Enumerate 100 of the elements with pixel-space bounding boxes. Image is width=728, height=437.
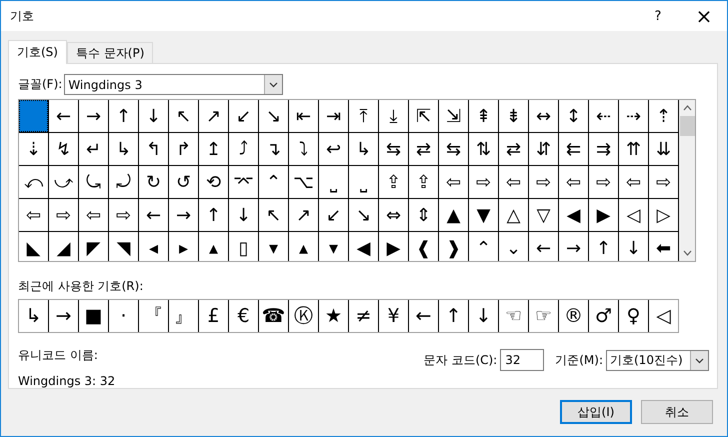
font-dropdown[interactable]: Wingdings 3 [64, 74, 284, 95]
symbol-cell[interactable]: ↱ [169, 133, 198, 165]
symbol-cell[interactable]: ↰ [139, 133, 168, 165]
close-button[interactable]: × [681, 1, 727, 31]
symbol-cell[interactable]: ⇵ [529, 133, 558, 165]
symbol-cell[interactable]: ❱ [439, 232, 468, 261]
recent-symbol-cell[interactable]: ≠ [349, 300, 378, 332]
basis-dropdown[interactable]: 기호(10진수) [606, 350, 709, 370]
symbol-cell[interactable]: ⇄ [499, 133, 528, 165]
symbol-cell[interactable]: ↑ [109, 100, 138, 132]
symbol-cell[interactable]: ⇦ [19, 199, 48, 231]
symbol-cell[interactable]: ⇨ [649, 166, 678, 198]
recent-symbol-cell[interactable]: ☜ [499, 300, 528, 332]
symbol-cell[interactable]: ◣ [19, 232, 48, 261]
recent-symbol-cell[interactable]: ↳ [19, 300, 48, 332]
symbol-cell[interactable]: ⇆ [439, 133, 468, 165]
symbol-cell[interactable]: ▯ [229, 232, 258, 261]
tab[interactable]: 기호(S) [8, 40, 67, 64]
cancel-button[interactable]: 취소 [641, 400, 713, 424]
symbol-cell[interactable]: ◂ [139, 232, 168, 261]
symbol-cell[interactable]: ↙ [229, 100, 258, 132]
symbol-cell[interactable]: ⌃ [469, 232, 498, 261]
recent-symbol-cell[interactable]: ® [559, 300, 588, 332]
symbol-cell[interactable]: ← [49, 100, 78, 132]
recent-symbol-cell[interactable]: ← [409, 300, 438, 332]
symbol-cell[interactable]: ▶ [589, 199, 618, 231]
symbol-cell[interactable]: ⇆ [379, 133, 408, 165]
symbol-cell[interactable]: ← [529, 232, 558, 261]
symbol-cell[interactable]: ◀ [349, 232, 378, 261]
symbol-cell[interactable]: ▲ [439, 199, 468, 231]
symbol-cell[interactable]: ↵ [79, 133, 108, 165]
recent-symbol-cell[interactable]: ☞ [529, 300, 558, 332]
recent-symbol-cell[interactable]: Ⓚ [289, 300, 318, 332]
symbol-cell[interactable]: △ [499, 199, 528, 231]
symbol-cell[interactable] [19, 100, 48, 132]
symbol-cell[interactable]: ⇣ [19, 133, 48, 165]
symbol-cell[interactable]: ⇦ [619, 166, 648, 198]
symbol-cell[interactable]: ▽ [529, 199, 558, 231]
symbol-cell[interactable]: ⇲ [439, 100, 468, 132]
symbol-cell[interactable]: ↳ [349, 133, 378, 165]
symbol-cell[interactable]: ⇊ [649, 133, 678, 165]
recent-symbol-cell[interactable]: ■ [79, 300, 108, 332]
symbol-cell[interactable]: ▴ [199, 232, 228, 261]
recent-symbol-cell[interactable]: → [49, 300, 78, 332]
symbol-cell[interactable]: ⤒ [349, 100, 378, 132]
symbol-cell[interactable]: ⇦ [79, 199, 108, 231]
symbol-cell[interactable]: ⎵ [319, 166, 348, 198]
symbol-cell[interactable]: ⇅ [469, 133, 498, 165]
symbol-cell[interactable]: ⇨ [49, 199, 78, 231]
symbol-cell[interactable]: ⤵ [289, 133, 318, 165]
symbol-cell[interactable]: ⇱ [409, 100, 438, 132]
symbol-cell[interactable]: ⤺ [19, 166, 48, 198]
symbol-cell[interactable]: ⇨ [109, 199, 138, 231]
symbol-cell[interactable]: ⇉ [589, 133, 618, 165]
char-code-field[interactable]: 32 [500, 349, 544, 371]
recent-symbol-cell[interactable]: ★ [319, 300, 348, 332]
symbol-cell[interactable]: ▴ [289, 232, 318, 261]
symbol-cell[interactable]: ⇦ [559, 166, 588, 198]
recent-symbol-cell[interactable]: ♂ [589, 300, 618, 332]
symbol-cell[interactable]: ↘ [349, 199, 378, 231]
symbol-cell[interactable]: ⬅ [649, 232, 678, 261]
symbol-cell[interactable]: ◢ [49, 232, 78, 261]
symbol-cell[interactable]: ⇇ [559, 133, 588, 165]
symbol-cell[interactable]: ⇔ [379, 199, 408, 231]
symbol-cell[interactable]: ⇤ [289, 100, 318, 132]
symbol-cell[interactable]: ⇢ [619, 100, 648, 132]
symbol-cell[interactable]: ↳ [109, 133, 138, 165]
symbol-cell[interactable]: ⇄ [409, 133, 438, 165]
symbol-cell[interactable]: → [169, 199, 198, 231]
symbol-cell[interactable]: ↓ [139, 100, 168, 132]
symbol-cell[interactable]: ⤾ [109, 166, 138, 198]
recent-symbol-cell[interactable]: ♀ [619, 300, 648, 332]
symbol-cell[interactable]: → [559, 232, 588, 261]
symbol-cell[interactable]: ⤓ [379, 100, 408, 132]
symbol-cell[interactable]: ⇨ [529, 166, 558, 198]
symbol-cell[interactable]: ← [139, 199, 168, 231]
symbol-cell[interactable]: ↥ [199, 133, 228, 165]
scroll-thumb[interactable] [680, 116, 694, 136]
symbol-cell[interactable]: ⇡ [649, 100, 678, 132]
recent-symbol-cell[interactable]: ◁ [649, 300, 678, 332]
symbol-cell[interactable]: ◁ [619, 199, 648, 231]
symbol-cell[interactable]: ⟲ [199, 166, 228, 198]
symbol-cell[interactable]: ⇨ [469, 166, 498, 198]
symbol-cell[interactable]: ↔ [529, 100, 558, 132]
insert-button[interactable]: 삽입(I) [560, 400, 632, 424]
symbol-cell[interactable]: ⤻ [49, 166, 78, 198]
symbol-cell[interactable]: ↺ [169, 166, 198, 198]
symbol-cell[interactable]: ⌥ [289, 166, 318, 198]
recent-symbol-cell[interactable]: · [109, 300, 138, 332]
symbol-cell[interactable]: ◥ [109, 232, 138, 261]
recent-symbol-cell[interactable]: ↓ [469, 300, 498, 332]
recent-symbol-cell[interactable]: £ [199, 300, 228, 332]
symbol-cell[interactable]: ⇪ [409, 166, 438, 198]
symbol-cell[interactable]: ▸ [169, 232, 198, 261]
symbol-cell[interactable]: ↗ [199, 100, 228, 132]
symbol-cell[interactable]: → [79, 100, 108, 132]
symbol-cell[interactable]: ↑ [199, 199, 228, 231]
symbol-cell[interactable]: ↖ [169, 100, 198, 132]
scroll-down-icon[interactable] [682, 250, 692, 256]
recent-symbol-cell[interactable]: ↑ [439, 300, 468, 332]
